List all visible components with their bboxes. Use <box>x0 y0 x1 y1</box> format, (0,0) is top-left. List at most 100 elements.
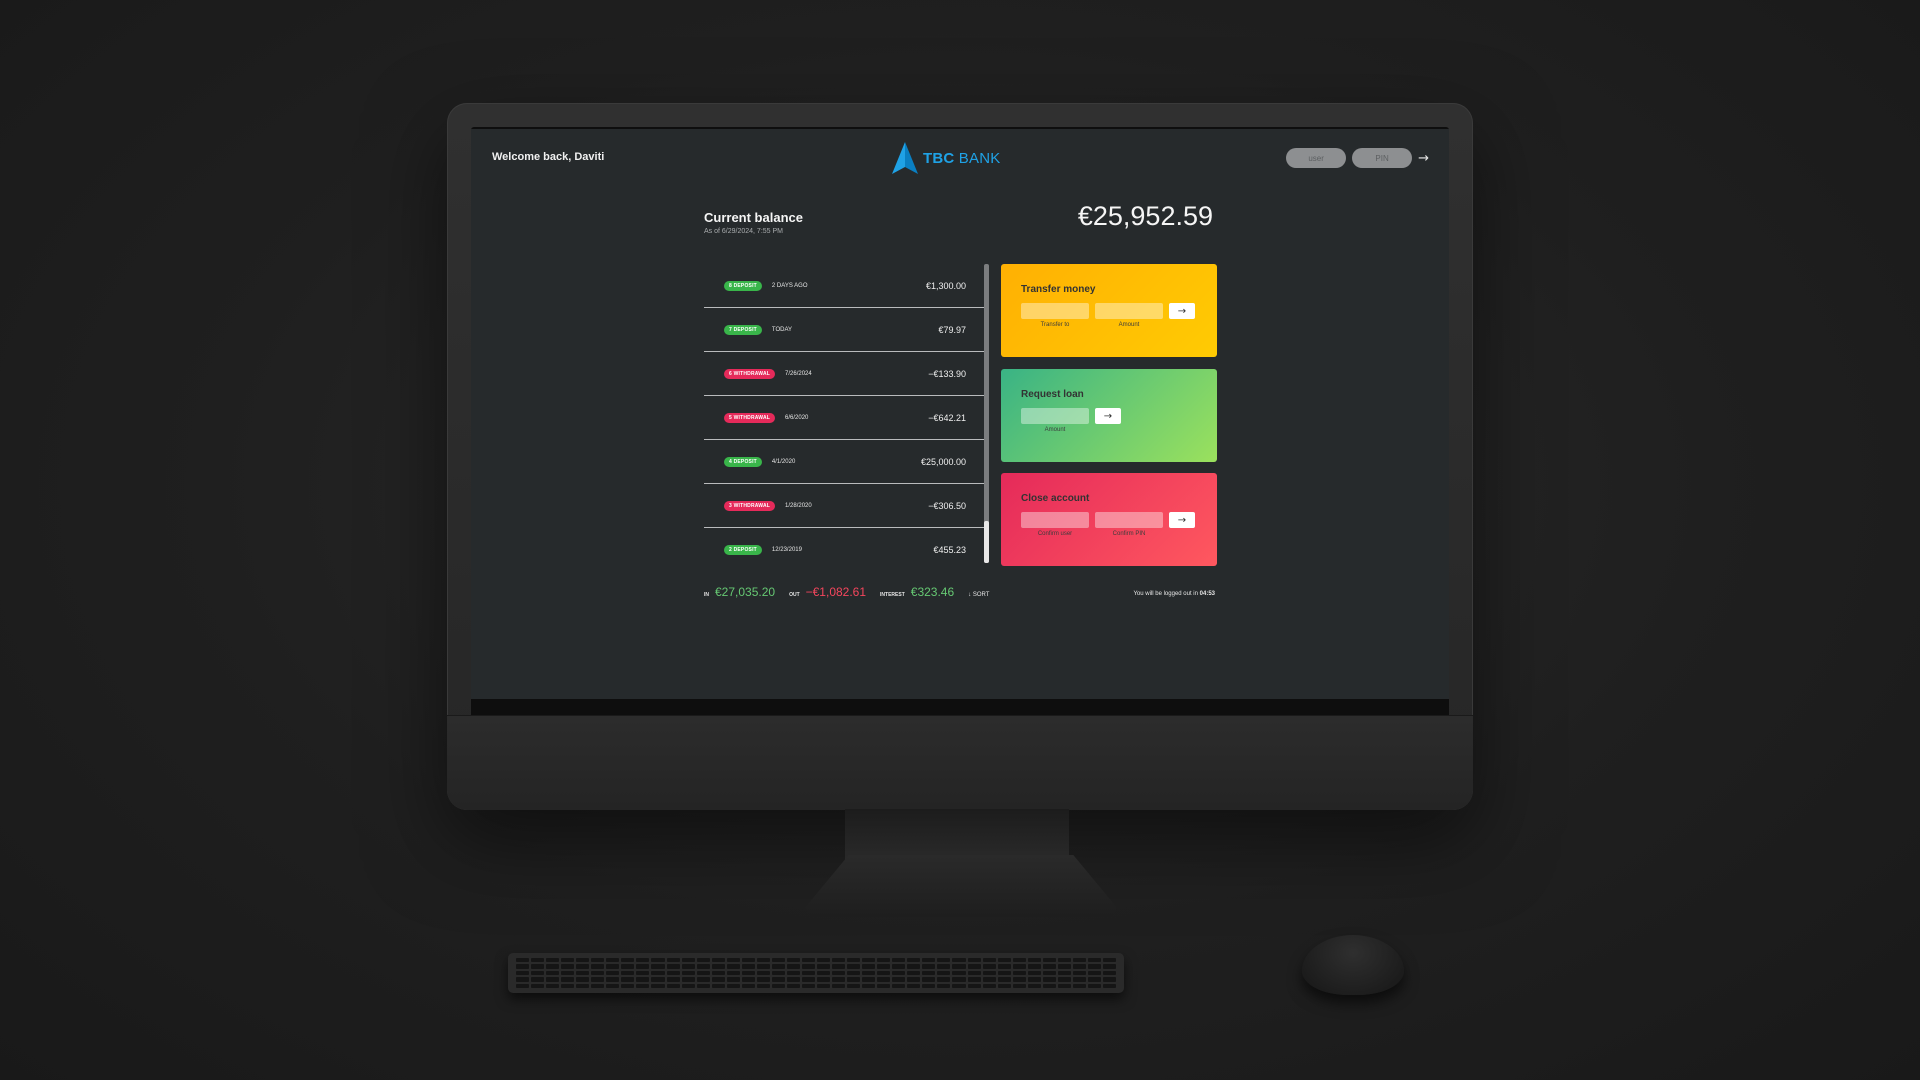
keyboard-key <box>546 970 560 976</box>
transfer-amount-field: Amount <box>1095 303 1163 328</box>
transfer-to-input[interactable] <box>1021 303 1089 319</box>
loan-amount-input[interactable] <box>1021 408 1089 424</box>
transfer-amount-input[interactable] <box>1095 303 1163 319</box>
keyboard-key <box>546 983 560 988</box>
login-button[interactable]: → <box>1418 151 1429 166</box>
movement-value: −€133.90 <box>928 368 966 379</box>
keyboard-key <box>576 964 590 969</box>
keyboard-key <box>1072 958 1086 963</box>
keyboard-key <box>681 983 695 988</box>
movement-date: 1/28/2020 <box>785 502 812 509</box>
keyboard-key <box>651 983 665 988</box>
keyboard-key <box>636 970 650 976</box>
loan-form: Amount → <box>1021 408 1197 433</box>
keyboard-key <box>847 964 861 969</box>
keyboard-key <box>877 958 891 963</box>
keyboard-key <box>847 977 861 982</box>
keyboard-key <box>696 964 710 969</box>
keyboard-key <box>922 964 936 969</box>
keyboard-key <box>726 970 740 976</box>
movement-date: 12/23/2019 <box>771 547 802 553</box>
keyboard-key <box>606 964 620 969</box>
summary-interest-value: €323.46 <box>910 585 955 599</box>
loan-submit-button[interactable]: → <box>1095 408 1121 424</box>
keyboard-key <box>696 958 710 963</box>
keyboard-key <box>862 964 876 969</box>
keyboard-key <box>907 958 921 963</box>
transfer-submit-button[interactable]: → <box>1169 303 1195 319</box>
keyboard-key <box>771 958 785 963</box>
keyboard-key <box>786 970 800 976</box>
movement-row: 2 deposit 12/23/2019 €455.23 <box>704 528 986 563</box>
keyboard-key <box>786 983 800 988</box>
keyboard-key <box>666 964 680 969</box>
keyboard-key <box>967 964 981 969</box>
keyboard-key <box>1102 983 1116 988</box>
close-user-label: Confirm user <box>1037 531 1073 537</box>
movements-scrollbar[interactable] <box>984 264 989 563</box>
keyboard-key <box>967 977 981 982</box>
keyboard-key <box>741 964 755 969</box>
movement-date: 6/6/2020 <box>785 414 809 421</box>
transfer-title: Transfer money <box>1021 284 1096 295</box>
close-pin-input[interactable] <box>1095 512 1163 528</box>
movement-date: 4/1/2020 <box>771 458 796 465</box>
keyboard-key <box>786 977 800 982</box>
movement-row: 7 deposit today €79.97 <box>704 308 986 352</box>
keyboard-key <box>726 977 740 982</box>
keyboard-key <box>591 983 605 988</box>
keyboard-key <box>1027 964 1041 969</box>
keyboard-key <box>711 958 725 963</box>
keyboard-key <box>847 958 861 963</box>
close-user-input[interactable] <box>1021 512 1089 528</box>
movement-type-badge: 2 deposit <box>724 545 762 555</box>
keyboard-key <box>847 983 861 988</box>
logo-triangle-icon <box>892 142 918 174</box>
keyboard-key <box>1072 977 1086 982</box>
keyboard-key <box>1102 977 1116 982</box>
keyboard-key <box>922 983 936 988</box>
movements-scrollbar-thumb[interactable] <box>984 521 989 563</box>
movement-type-badge: 5 withdrawal <box>724 412 776 423</box>
movements-list[interactable]: 8 deposit 2 days ago €1,300.00 7 deposit tod… <box>704 264 986 563</box>
login-pin-input[interactable] <box>1352 148 1413 168</box>
keyboard-key <box>576 977 590 982</box>
keyboard-key <box>922 977 936 982</box>
keyboard-key <box>832 964 846 969</box>
keyboard-key <box>576 958 590 963</box>
keyboard-key <box>531 977 545 982</box>
keyboard-key <box>832 958 846 963</box>
movement-type-badge: 3 withdrawal <box>724 500 776 511</box>
keyboard-key <box>937 958 951 963</box>
summary-out-value: −€1,082.61 <box>805 585 867 599</box>
summary-in-label: In <box>704 592 709 598</box>
login-user-input[interactable] <box>1286 148 1347 168</box>
keyboard-key <box>967 983 981 988</box>
keyboard-key <box>1057 958 1071 963</box>
keyboard-key <box>982 970 996 976</box>
summary-out-label: Out <box>789 592 800 598</box>
keyboard-key <box>1072 970 1086 976</box>
close-pin-field: Confirm PIN <box>1095 512 1163 537</box>
keyboard-key <box>606 970 620 976</box>
keyboard-key <box>1042 964 1056 969</box>
keyboard-key <box>817 964 831 969</box>
close-submit-button[interactable]: → <box>1169 512 1195 528</box>
movement-value: €79.97 <box>938 324 966 335</box>
keyboard-key <box>531 964 545 969</box>
keyboard-key <box>576 983 590 988</box>
keyboard-key <box>832 977 846 982</box>
loan-amount-field: Amount <box>1021 408 1089 433</box>
movement-value: −€306.50 <box>928 500 966 511</box>
keyboard-key <box>681 970 695 976</box>
keyboard-key <box>1102 964 1116 969</box>
keyboard-key <box>922 970 936 976</box>
keyboard-key <box>561 970 575 976</box>
sort-button[interactable]: ↓ SORT <box>968 592 989 598</box>
keyboard-key <box>801 964 815 969</box>
movement-row: 8 deposit 2 days ago €1,300.00 <box>704 264 986 308</box>
keyboard-key <box>516 977 530 982</box>
movement-value: €455.23 <box>933 545 966 555</box>
summary: In €27,035.20 Out −€1,082.61 Interest €3… <box>704 585 989 599</box>
keyboard-key <box>756 977 770 982</box>
